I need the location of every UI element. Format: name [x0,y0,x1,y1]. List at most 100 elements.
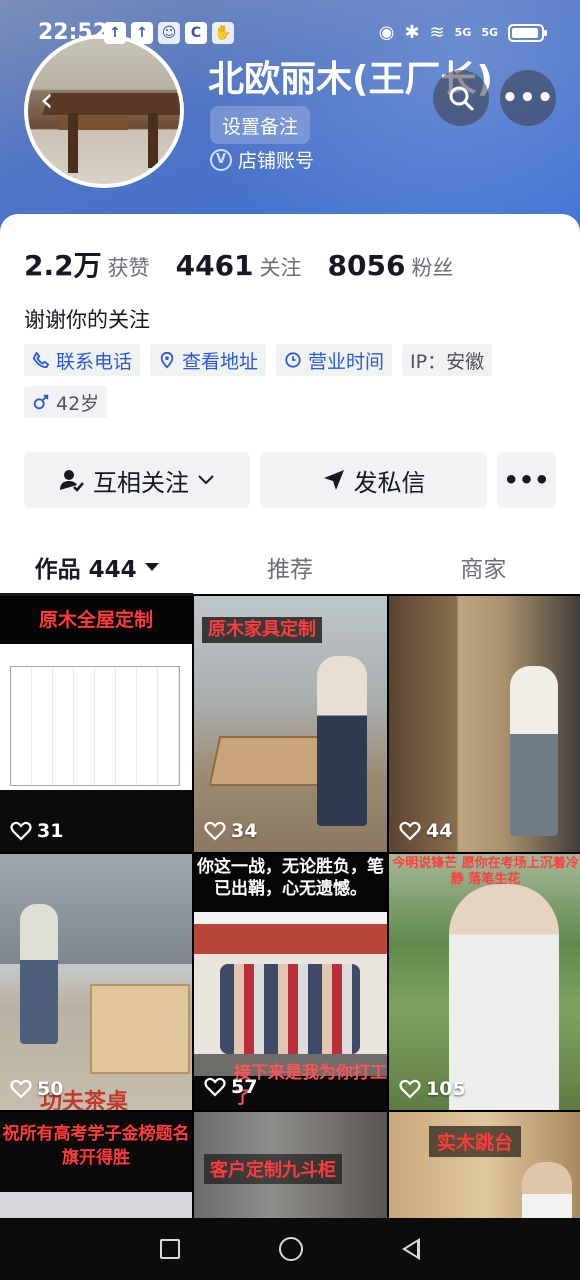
stat-label: 粉丝 [411,256,454,280]
likes-count: 34 [231,820,258,842]
tag-label: 查看地址 [182,350,259,373]
hand-notification-icon: ✋ [212,22,234,44]
set-remark-button[interactable]: 设置备注 [210,106,311,144]
tag-label: 营业时间 [308,350,385,373]
send-icon [323,470,344,490]
app-notification-icon: ↑ [104,22,126,44]
tab-label: 商家 [460,557,507,583]
video-item[interactable]: 44 [389,596,580,852]
video-likes: 50 [10,1078,63,1100]
user-check-icon [60,470,84,492]
video-item[interactable]: 你这一战，无论胜负，笔已出鞘，心无遗憾。 接下来是我为你打工了 57 [194,854,387,1110]
video-title: 原木全屋定制 [38,609,153,631]
video-likes: 31 [10,820,63,842]
heart-icon [10,1079,32,1099]
tab-label: 作品 444 [34,557,137,583]
more-options-button[interactable]: ••• [500,70,556,126]
video-item[interactable]: 祝所有高考学子金榜题名旗开得胜 [0,1112,192,1222]
tab-works[interactable]: 作品 444 [0,539,194,596]
clock-icon [285,352,301,368]
status-time: 22:52 [38,20,109,45]
send-message-button[interactable]: 发私信 [260,452,487,508]
stat-value: 8056 [327,249,406,282]
more-icon: ••• [501,83,555,113]
video-item[interactable]: 原木家具定制 34 [194,596,387,852]
system-nav-bar [0,1218,580,1280]
location-icon [160,351,174,369]
phone-icon [32,351,50,369]
chevron-down-icon [198,475,214,485]
likes-count: 31 [37,820,64,842]
stat-followers[interactable]: 8056 粉丝 [328,249,454,282]
back-nav-icon[interactable] [402,1238,421,1260]
wifi-icon: ≋ [429,22,445,43]
stat-label: 关注 [259,256,302,280]
stat-likes[interactable]: 2.2万 获赞 [24,244,150,284]
video-item[interactable]: 功夫茶桌 50 [0,854,192,1110]
video-banner: 原木家具定制 [194,612,387,648]
likes-count: 57 [231,1076,258,1098]
notification-icons: ↑ ↑ ☺ C ✋ [104,22,234,44]
system-icons: ◉ ✱ ≋ 5G 5G [378,22,547,43]
tab-recommend[interactable]: 推荐 [193,539,386,595]
upload-notification-icon: ↑ [131,22,153,44]
profile-card: 2.2万 获赞 4461 关注 8056 粉丝 谢谢你的关注 联系电话 查看地址… [0,214,580,596]
signal-5g-icon: 5G [454,26,472,39]
account-type: V 店铺账号 [210,146,314,173]
video-item[interactable]: 实木跳台 [389,1112,580,1222]
video-likes: 44 [399,820,452,842]
male-icon [33,394,49,410]
tag-hours[interactable]: 营业时间 [276,344,393,376]
video-grid: 原木全屋定制 31 原木家具定制 34 44 功夫茶桌 50 你这一战，无论胜负… [0,596,580,1222]
video-banner: 原木全屋定制 [0,596,192,644]
tag-phone[interactable]: 联系电话 [24,344,141,376]
video-item[interactable]: 客户定制九斗柜 [194,1112,387,1222]
likes-count: 44 [426,820,453,842]
heart-icon [399,821,421,841]
account-type-label: 店铺账号 [238,150,315,172]
profile-tags: 联系电话 查看地址 营业时间 IP：安徽 42岁 [24,344,564,418]
app-c-notification-icon: C [185,22,207,44]
tag-address[interactable]: 查看地址 [150,344,267,376]
heart-icon [204,1077,226,1097]
stat-value: 2.2万 [24,249,102,282]
mutual-follow-button[interactable]: 互相关注 [24,452,250,508]
caret-down-icon [144,563,159,571]
profile-bio: 谢谢你的关注 [24,308,150,332]
status-bar: 22:52 ↑ ↑ ☺ C ✋ ◉ ✱ ≋ 5G 5G [0,14,580,54]
stat-label: 获赞 [107,256,150,280]
tag-ip: IP：安徽 [402,344,493,376]
sketch-image [10,666,180,786]
video-likes: 57 [204,1076,257,1098]
tag-age: 42岁 [24,386,108,418]
profile-header: 22:52 ↑ ↑ ☺ C ✋ ◉ ✱ ≋ 5G 5G ‹ 北欧丽木(王厂长) … [0,0,580,240]
tab-merchant[interactable]: 商家 [387,539,580,595]
video-item[interactable]: 原木全屋定制 31 [0,596,192,852]
content-tabs: 作品 444 推荐 商家 [0,539,580,596]
search-icon [449,86,474,111]
likes-count: 50 [37,1078,64,1100]
heart-icon [204,821,226,841]
verified-icon: V [210,148,232,171]
tag-label: 联系电话 [56,350,133,373]
video-title: 原木家具定制 [202,617,322,643]
video-title: 祝所有高考学子金榜题名旗开得胜 [2,1124,190,1168]
eye-icon: ◉ [378,22,395,43]
video-title: 今明说锋芒 愿你在考场上沉着冷静 落笔生花 [392,856,579,887]
battery-icon [508,23,547,42]
tab-label: 推荐 [266,557,313,583]
stats-row: 2.2万 获赞 4461 关注 8056 粉丝 [24,244,453,284]
follow-label: 互相关注 [93,468,189,497]
signal-5g-icon-2: 5G [481,26,498,39]
video-title: 你这一战，无论胜负，笔已出鞘，心无遗憾。 [197,857,384,899]
likes-count: 105 [426,1078,466,1100]
recents-icon[interactable] [159,1239,180,1259]
back-icon[interactable]: ‹ [40,82,70,118]
more-actions-button[interactable]: ••• [497,452,556,508]
video-likes: 34 [204,820,257,842]
stat-following[interactable]: 4461 关注 [176,249,302,282]
search-button[interactable] [433,70,489,126]
home-icon[interactable] [278,1237,303,1261]
video-item[interactable]: 今明说锋芒 愿你在考场上沉着冷静 落笔生花 105 [389,854,580,1110]
tag-label: 42岁 [56,392,100,415]
